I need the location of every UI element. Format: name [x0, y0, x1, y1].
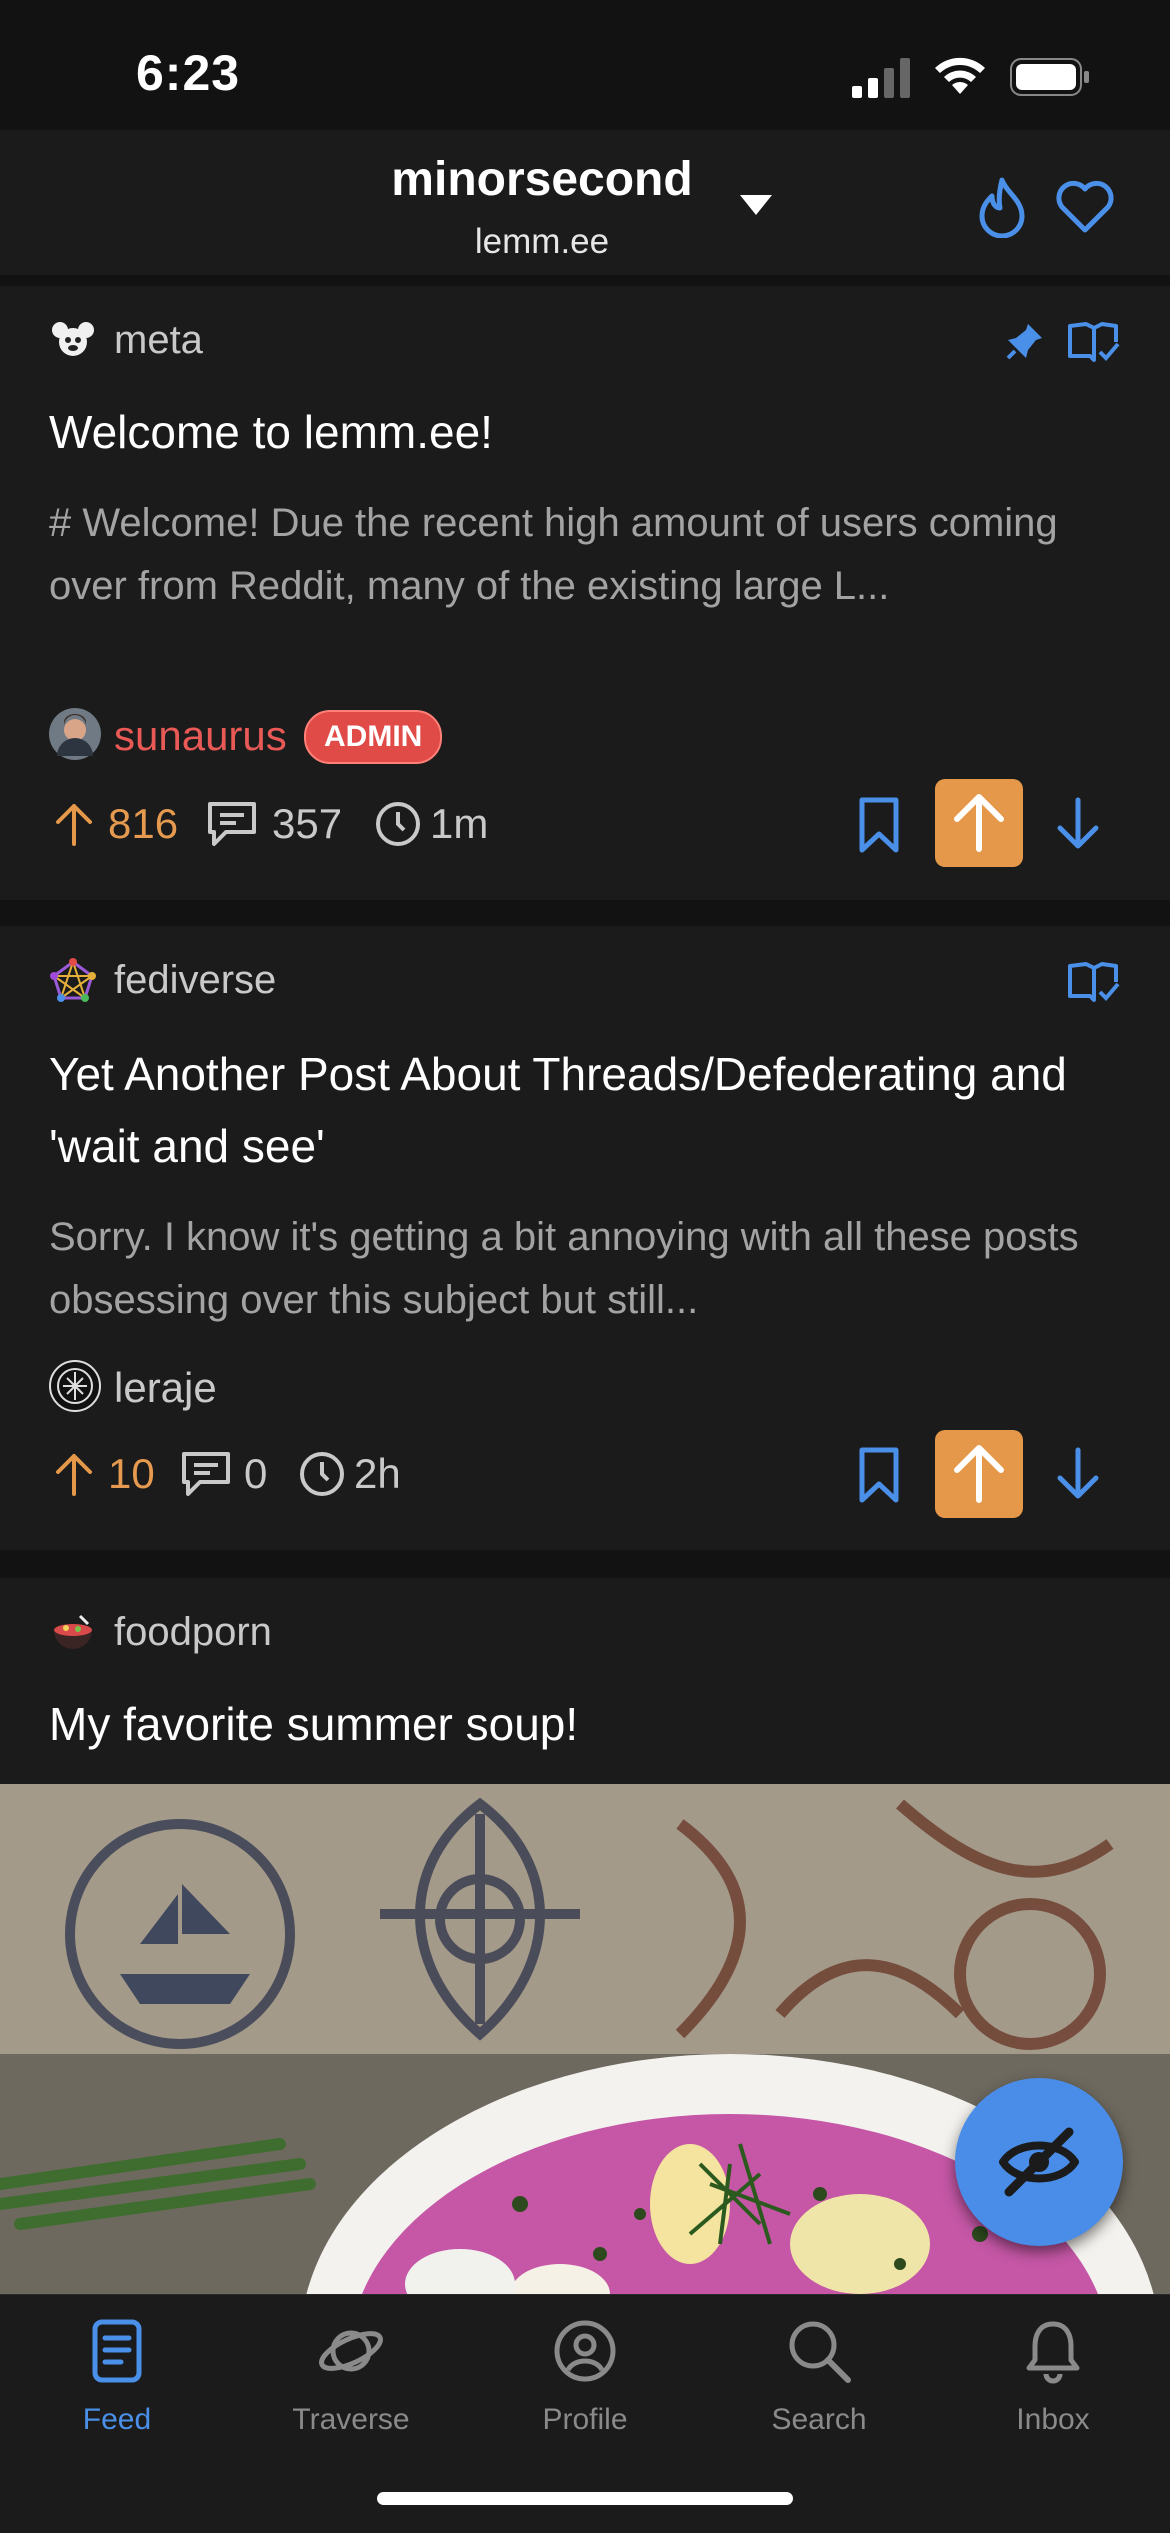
- community-avatar-icon: [54, 1614, 92, 1649]
- tab-profile[interactable]: Profile: [468, 2318, 702, 2437]
- document-icon: [92, 2319, 142, 2383]
- battery-icon: [1010, 58, 1089, 96]
- community-avatar-icon: [50, 958, 96, 1002]
- clock-icon: [300, 1452, 344, 1496]
- tab-label: Inbox: [1016, 2403, 1090, 2436]
- tab-inbox[interactable]: Inbox: [936, 2318, 1170, 2437]
- home-indicator: [377, 2492, 793, 2505]
- account-instance[interactable]: lemm.ee: [0, 222, 1084, 262]
- upvote-count-icon: [56, 1454, 92, 1496]
- post-title[interactable]: Welcome to lemm.ee!: [49, 396, 1129, 468]
- post-body: # Welcome! Due the recent high amount of…: [49, 501, 1058, 608]
- downvote-button[interactable]: [1052, 796, 1104, 852]
- user-circle-icon: [554, 2320, 616, 2382]
- author-name[interactable]: leraje: [114, 1364, 217, 1412]
- admin-badge: ADMIN: [304, 710, 443, 764]
- author-avatar: [49, 708, 101, 760]
- upvote-count: 10: [108, 1450, 155, 1497]
- comment-count: 0: [244, 1450, 268, 1497]
- account-name[interactable]: minorsecond: [0, 152, 1084, 207]
- upvote-count-icon: [56, 804, 92, 846]
- community-avatar-icon: [52, 322, 94, 356]
- arrow-up-icon: [954, 794, 1004, 852]
- comment-icon: [208, 802, 256, 846]
- downvote-button[interactable]: [1052, 1446, 1104, 1502]
- bookmark-icon[interactable]: [856, 796, 902, 854]
- bookmark-icon[interactable]: [856, 1446, 902, 1504]
- post-body: Sorry. I know it's getting a bit annoyin…: [49, 1215, 1079, 1322]
- cellular-signal-icon: [852, 58, 910, 98]
- flame-icon[interactable]: [976, 176, 1028, 238]
- post-age: 1m: [430, 800, 489, 847]
- upvote-button[interactable]: [935, 1430, 1023, 1518]
- post-age: 2h: [354, 1450, 401, 1497]
- community-name[interactable]: fediverse: [114, 958, 276, 1003]
- author-avatar: [49, 1360, 101, 1412]
- tab-label: Feed: [82, 2403, 152, 2436]
- tab-label: Profile: [542, 2403, 628, 2436]
- comment-count: 357: [272, 800, 343, 847]
- pin-icon: [1006, 324, 1042, 360]
- heart-icon[interactable]: [1054, 178, 1116, 234]
- post-title[interactable]: Yet Another Post About Threads/Defederat…: [49, 1038, 1129, 1182]
- wifi-icon: [935, 57, 985, 94]
- eye-slash-icon: [999, 2127, 1079, 2197]
- upvote-count: 816: [108, 800, 179, 847]
- community-name[interactable]: meta: [114, 318, 203, 363]
- tab-label: Search: [771, 2403, 867, 2436]
- arrow-up-icon: [954, 1445, 1004, 1503]
- status-time: 6:23: [136, 45, 241, 101]
- tab-feed[interactable]: Feed: [0, 2318, 234, 2437]
- mark-read-icon[interactable]: [1066, 320, 1122, 364]
- clock-icon: [376, 802, 420, 846]
- mark-read-icon[interactable]: [1066, 960, 1122, 1004]
- community-name[interactable]: foodporn: [114, 1610, 272, 1655]
- author-name[interactable]: sunaurus: [114, 712, 287, 760]
- planet-icon: [319, 2330, 383, 2372]
- comment-icon: [182, 1452, 230, 1496]
- tab-search[interactable]: Search: [702, 2318, 936, 2437]
- search-icon: [789, 2321, 851, 2383]
- tab-traverse[interactable]: Traverse: [234, 2318, 468, 2437]
- bell-icon: [1026, 2321, 1080, 2384]
- caret-down-icon[interactable]: [738, 193, 774, 217]
- tab-label: Traverse: [292, 2403, 410, 2436]
- post-title[interactable]: My favorite summer soup!: [49, 1688, 1129, 1760]
- upvote-button[interactable]: [935, 779, 1023, 867]
- hide-read-button[interactable]: [955, 2078, 1123, 2246]
